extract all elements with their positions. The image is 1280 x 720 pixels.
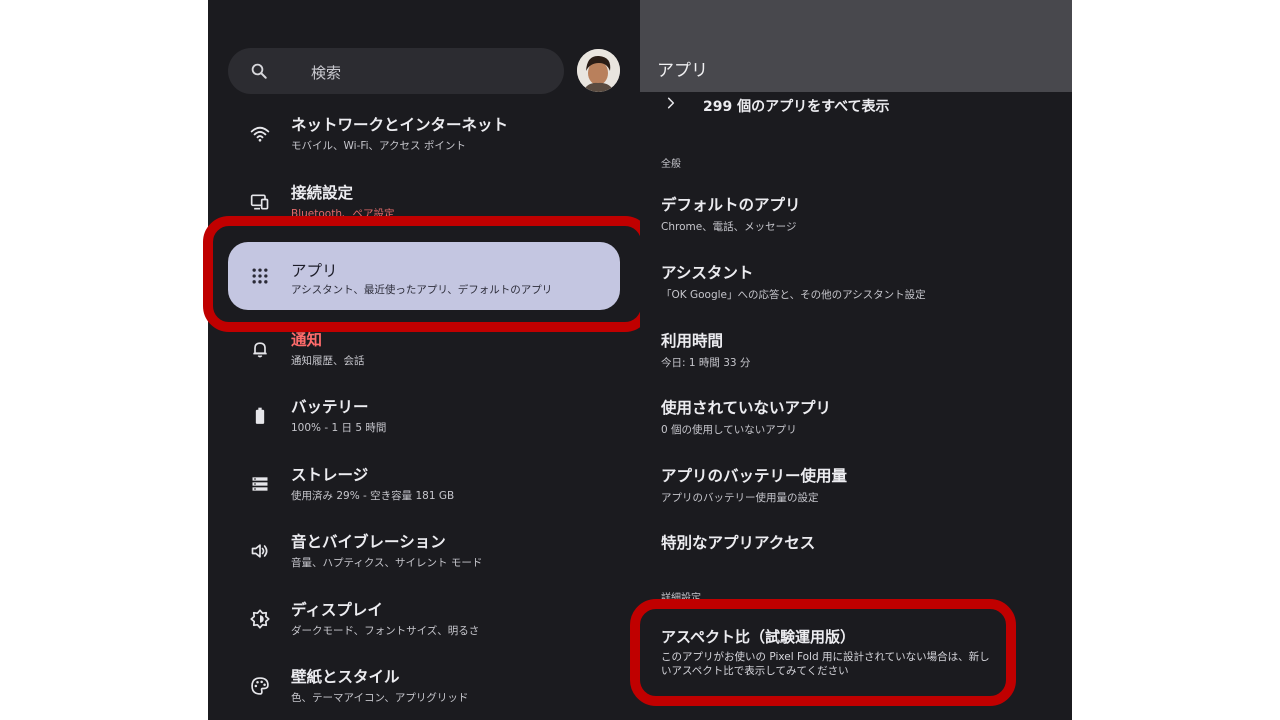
storage-icon: [252, 477, 268, 491]
page-title: アプリ: [657, 61, 708, 81]
search-bar[interactable]: 検索: [228, 48, 564, 94]
setting-unused-apps[interactable]: 使用されていないアプリ 0 個の使用していないアプリ: [640, 396, 1072, 452]
setting-special-app-access[interactable]: 特別なアプリアクセス: [640, 531, 1072, 587]
setting-default-apps[interactable]: デフォルトのアプリ Chrome、電話、メッセージ: [640, 193, 1072, 249]
chevron-right-icon: [667, 97, 675, 109]
item-subtitle: 今日: 1 時間 33 分: [661, 357, 751, 369]
item-title: 音とバイブレーション: [291, 533, 446, 551]
volume-icon: [251, 544, 268, 558]
search-icon: [251, 63, 267, 79]
battery-icon: [255, 407, 265, 424]
settings-item-battery[interactable]: バッテリー 100% - 1 日 5 時間: [228, 386, 620, 448]
item-title: ストレージ: [291, 466, 369, 484]
wifi-icon: [250, 126, 270, 142]
highlight-box-aspect-ratio: [630, 599, 1016, 706]
setting-assistant[interactable]: アシスタント 「OK Google」への応答と、その他のアシスタント設定: [640, 261, 1072, 317]
avatar[interactable]: [577, 49, 620, 92]
item-title: デフォルトのアプリ: [661, 196, 801, 214]
item-title: ネットワークとインターネット: [291, 116, 509, 134]
item-title: アシスタント: [661, 264, 754, 282]
item-subtitle: モバイル、Wi-Fi、アクセス ポイント: [291, 140, 466, 152]
item-title: 特別なアプリアクセス: [661, 534, 816, 552]
bell-icon: [253, 342, 267, 358]
item-title: 使用されていないアプリ: [661, 399, 832, 417]
setting-app-battery-usage[interactable]: アプリのバッテリー使用量 アプリのバッテリー使用量の設定: [640, 464, 1072, 520]
highlight-box-apps: [203, 216, 651, 332]
item-subtitle: アプリのバッテリー使用量の設定: [661, 492, 819, 504]
section-header-general: 全般: [661, 159, 681, 170]
setting-screen-time[interactable]: 利用時間 今日: 1 時間 33 分: [640, 329, 1072, 385]
show-all-apps-label: 299 個のアプリをすべて表示: [703, 99, 890, 115]
app-bar: アプリ: [640, 0, 1072, 92]
item-subtitle: 100% - 1 日 5 時間: [291, 422, 387, 434]
item-title: 利用時間: [661, 332, 724, 350]
search-placeholder: 検索: [311, 64, 342, 82]
connected-devices-icon: [250, 194, 269, 210]
item-subtitle: 「OK Google」への応答と、その他のアシスタント設定: [661, 289, 926, 301]
settings-item-sound[interactable]: 音とバイブレーション 音量、ハプティクス、サイレント モード: [228, 521, 620, 583]
brightness-icon: [250, 609, 270, 629]
settings-item-network[interactable]: ネットワークとインターネット モバイル、Wi-Fi、アクセス ポイント: [228, 104, 620, 166]
settings-item-storage[interactable]: ストレージ 使用済み 29% - 空き容量 181 GB: [228, 454, 620, 516]
item-subtitle: 色、テーマアイコン、アプリグリッド: [291, 692, 469, 704]
item-subtitle: 音量、ハプティクス、サイレント モード: [291, 557, 483, 569]
item-title: 接続設定: [291, 184, 354, 202]
settings-main-panel: 検索 ネットワークとインターネット モバイル、Wi-Fi、アクセス ポイント 接…: [208, 0, 640, 720]
item-title: アプリのバッテリー使用量: [661, 467, 848, 485]
item-subtitle: 0 個の使用していないアプリ: [661, 424, 797, 436]
item-subtitle: ダークモード、フォントサイズ、明るさ: [291, 625, 480, 637]
item-subtitle: 使用済み 29% - 空き容量 181 GB: [291, 490, 455, 502]
settings-item-wallpaper[interactable]: 壁紙とスタイル 色、テーマアイコン、アプリグリッド: [228, 656, 620, 718]
show-all-apps-link[interactable]: 299 個のアプリをすべて表示: [640, 92, 1072, 122]
item-title: バッテリー: [291, 398, 369, 416]
palette-icon: [251, 677, 269, 695]
settings-item-display[interactable]: ディスプレイ ダークモード、フォントサイズ、明るさ: [228, 589, 620, 651]
item-title: ディスプレイ: [291, 601, 383, 619]
item-subtitle: 通知履歴、会話: [291, 355, 365, 367]
item-subtitle: Chrome、電話、メッセージ: [661, 221, 797, 233]
item-title: 壁紙とスタイル: [291, 668, 400, 686]
